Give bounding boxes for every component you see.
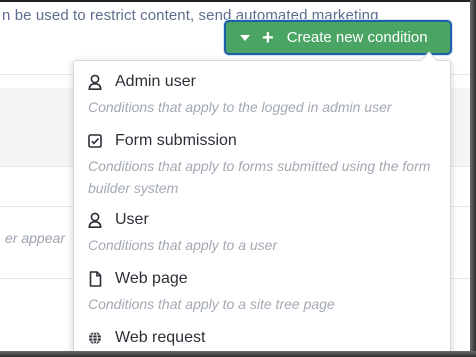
plus-icon: +: [262, 26, 274, 49]
menu-item-description: Conditions that apply to the logged in a…: [88, 99, 392, 115]
menu-item-title: Web request: [115, 329, 206, 346]
window-frame: [0, 0, 476, 2]
create-new-condition-button[interactable]: + Create new condition: [224, 20, 452, 55]
condition-type-dropdown: Admin user Conditions that apply to the …: [73, 51, 451, 357]
user-icon: [88, 212, 102, 228]
menu-item-title: Admin user: [115, 73, 196, 90]
menu-item-description: Conditions that apply to a user: [88, 237, 278, 253]
menu-item-title: Form submission: [115, 132, 237, 149]
menu-item-title: User: [115, 211, 149, 228]
window-frame: [470, 0, 476, 357]
caret-down-icon: [240, 34, 250, 41]
window-frame: [0, 351, 476, 357]
menu-item-web-request[interactable]: Web request: [88, 327, 444, 349]
menu-item-admin-user[interactable]: Admin user Conditions that apply to the …: [88, 71, 444, 118]
create-button-label: Create new condition: [286, 29, 428, 46]
menu-item-web-page[interactable]: Web page Conditions that apply to a site…: [88, 268, 444, 315]
checkbox-icon: [88, 133, 102, 149]
menu-item-description: Conditions that apply to a site tree pag…: [88, 296, 335, 312]
file-icon: [88, 271, 102, 287]
user-icon: [88, 74, 102, 90]
globe-icon: [88, 330, 102, 346]
menu-item-description: Conditions that apply to forms submitted…: [88, 158, 431, 196]
partial-background-text: er appear: [5, 230, 65, 246]
menu-item-form-submission[interactable]: Form submission Conditions that apply to…: [88, 130, 444, 199]
menu-item-title: Web page: [115, 270, 188, 287]
menu-item-user[interactable]: User Conditions that apply to a user: [88, 209, 444, 256]
